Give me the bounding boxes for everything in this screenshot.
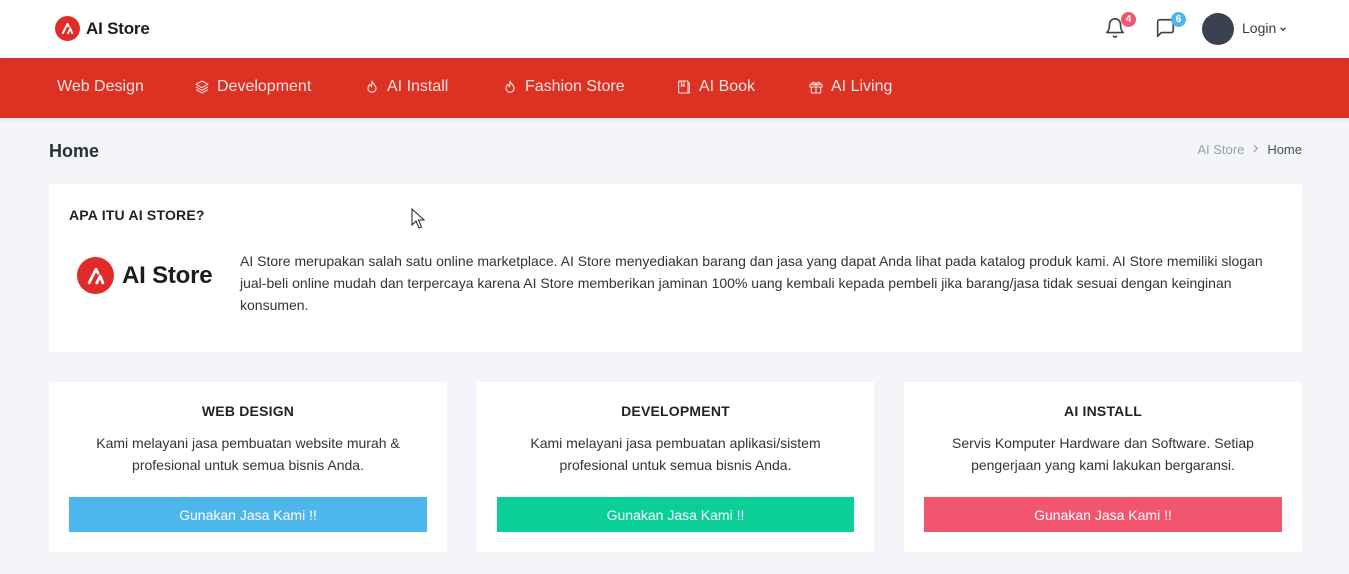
use-service-button[interactable]: Gunakan Jasa Kami !! [69,497,427,532]
fire-icon [364,79,380,95]
service-title: AI INSTALL [1064,403,1142,419]
top-bar: AI Store 4 6 Login [0,0,1349,58]
about-logo: AI Store [77,257,213,294]
about-card: APA ITU AI STORE? AI Store AI Store meru… [49,184,1302,352]
nav-label: AI Book [699,78,756,95]
service-card-web-design: WEB DESIGN Kami melayani jasa pembuatan … [49,382,447,552]
service-card-development: DEVELOPMENT Kami melayani jasa pembuatan… [477,382,874,552]
nav-item-web-design[interactable]: Web Design [57,78,144,96]
page-title: Home [49,141,100,161]
notifications-button[interactable]: 4 [1104,12,1136,44]
brand-mark-icon [77,257,114,294]
chevron-right-icon [1252,144,1259,156]
nav-item-ai-install[interactable]: AI Install [364,78,448,96]
breadcrumb-link-home[interactable]: AI Store [1197,142,1244,157]
nav-label: AI Install [387,78,449,95]
about-description: AI Store merupakan salah satu online mar… [240,253,1263,313]
messages-button[interactable]: 6 [1154,12,1186,44]
main-nav: Web Design Development AI Install Fashio… [0,58,1349,118]
service-title: DEVELOPMENT [621,403,730,419]
service-title: WEB DESIGN [201,403,295,419]
service-description: Kami melayani jasa pembuatan aplikasi/si… [530,435,821,473]
nav-label: Web Design [57,78,144,95]
nav-label: Fashion Store [525,78,625,95]
avatar[interactable] [1202,13,1234,45]
breadcrumb-current: Home [1267,142,1302,157]
mouse-cursor-icon [411,207,427,235]
nav-item-development[interactable]: Development [194,78,311,96]
nav-label: Development [217,78,312,95]
nav-item-fashion-store[interactable]: Fashion Store [502,78,625,96]
login-dropdown[interactable]: Login [1242,20,1287,36]
about-logo-text: AI Store [122,261,213,289]
brand-logo[interactable]: AI Store [55,16,150,41]
service-description: Kami melayani jasa pembuatan website mur… [96,435,400,473]
book-icon [676,79,692,95]
service-card-ai-install: AI INSTALL Servis Komputer Hardware dan … [904,382,1302,552]
login-label: Login [1242,20,1277,36]
brand-mark-icon [55,16,80,41]
gift-icon [808,79,824,95]
bell-icon [1104,18,1126,44]
notifications-badge: 4 [1121,12,1136,27]
about-title: APA ITU AI STORE? [69,207,205,223]
brand-name: AI Store [86,18,150,38]
service-description: Servis Komputer Hardware dan Software. S… [952,435,1254,473]
layers-icon [194,79,210,95]
chevron-down-icon [1279,20,1287,36]
use-service-button[interactable]: Gunakan Jasa Kami !! [497,497,854,532]
breadcrumb: AI Store Home [1197,142,1302,157]
messages-badge: 6 [1171,12,1186,27]
nav-item-ai-book[interactable]: AI Book [676,78,755,96]
message-icon [1154,18,1176,44]
nav-label: AI Living [831,78,893,95]
fire-icon [502,79,518,95]
nav-item-ai-living[interactable]: AI Living [808,78,892,96]
use-service-button[interactable]: Gunakan Jasa Kami !! [924,497,1282,532]
